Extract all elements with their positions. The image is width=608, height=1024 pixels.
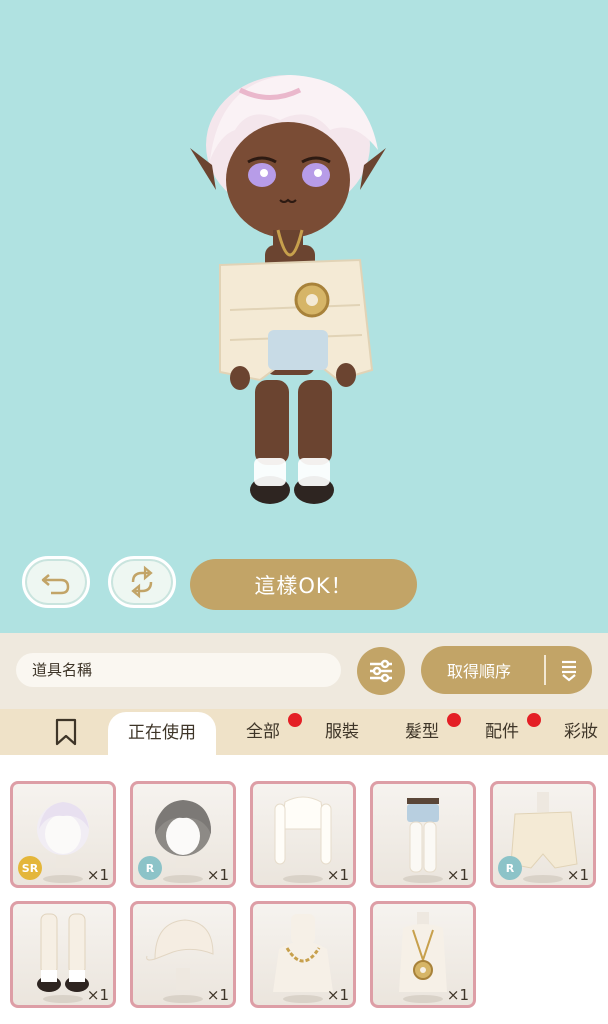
rarity-badge: SR <box>18 856 42 880</box>
search-input[interactable] <box>16 653 341 687</box>
tab-in-use[interactable]: 正在使用 <box>108 712 216 755</box>
sort-down-icon <box>546 658 592 682</box>
item-grid: SR ×1 R ×1 ×1 ×1 R ×1 ×1 ×1 ×1 ×1 <box>0 755 608 1024</box>
undo-arrow-icon <box>41 574 70 595</box>
rarity-badge: R <box>138 856 162 880</box>
tab-accessories-badge <box>527 713 541 727</box>
avatar-preview <box>190 75 386 504</box>
filter-button[interactable] <box>357 647 405 695</box>
item-quantity: ×1 <box>326 866 349 884</box>
item-quantity: ×1 <box>86 986 109 1004</box>
item-card[interactable]: ×1 <box>370 781 476 888</box>
item-card[interactable]: ×1 <box>250 901 356 1008</box>
item-card[interactable]: ×1 <box>10 901 116 1008</box>
category-tabs: 正在使用 全部 服裝 髮型 配件 彩妝 <box>0 709 608 755</box>
item-quantity: ×1 <box>326 986 349 1004</box>
swap-button[interactable] <box>108 556 176 608</box>
item-card[interactable]: ×1 <box>370 901 476 1008</box>
item-quantity: ×1 <box>86 866 109 884</box>
confirm-button[interactable]: 這樣OK！ <box>190 559 417 610</box>
tab-all-badge <box>288 713 302 727</box>
tab-makeup[interactable]: 彩妝 <box>564 709 598 755</box>
item-card[interactable]: ×1 <box>250 781 356 888</box>
item-quantity: ×1 <box>446 986 469 1004</box>
item-quantity: ×1 <box>566 866 589 884</box>
swap-arrows-icon <box>131 565 153 599</box>
search-toolbar: 取得順序 <box>0 633 608 709</box>
item-quantity: ×1 <box>206 866 229 884</box>
item-card[interactable]: SR ×1 <box>10 781 116 888</box>
undo-button[interactable] <box>22 556 90 608</box>
tab-hairstyle-badge <box>447 713 461 727</box>
item-quantity: ×1 <box>446 866 469 884</box>
tab-accessories[interactable]: 配件 <box>485 709 519 755</box>
sort-button[interactable]: 取得順序 <box>421 646 592 694</box>
sort-label: 取得順序 <box>447 662 512 681</box>
rarity-badge: R <box>498 856 522 880</box>
item-card[interactable]: R ×1 <box>130 781 236 888</box>
tab-hairstyle[interactable]: 髮型 <box>405 709 439 755</box>
item-quantity: ×1 <box>206 986 229 1004</box>
tab-all[interactable]: 全部 <box>246 709 280 755</box>
preview-stage: 這樣OK！ <box>0 0 608 633</box>
item-card[interactable]: ×1 <box>130 901 236 1008</box>
item-card[interactable]: R ×1 <box>490 781 596 888</box>
tab-clothing[interactable]: 服裝 <box>325 709 359 755</box>
bookmark-icon[interactable] <box>54 718 78 746</box>
sliders-icon <box>370 659 392 683</box>
